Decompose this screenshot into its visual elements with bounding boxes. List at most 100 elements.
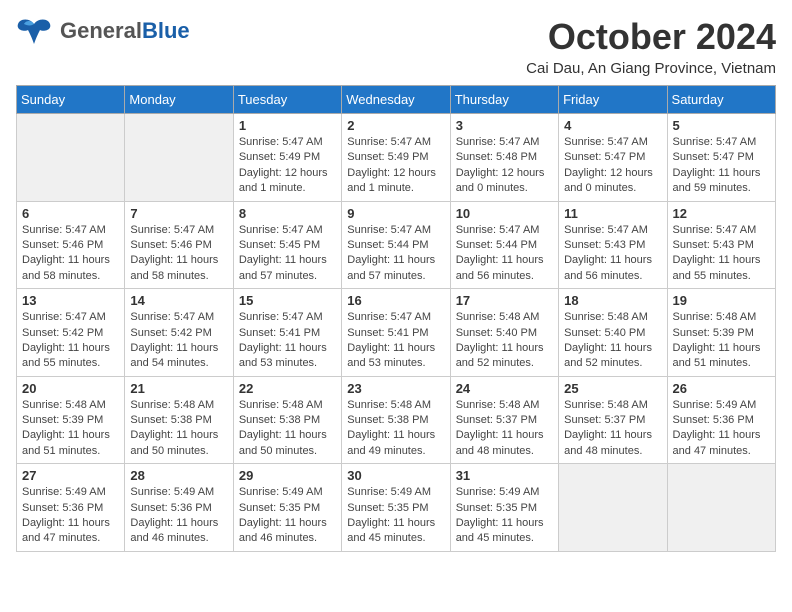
calendar-day: 9 Sunrise: 5:47 AMSunset: 5:44 PMDaylight… (342, 201, 450, 289)
day-info: Sunrise: 5:49 AMSunset: 5:35 PMDaylight:… (239, 485, 336, 547)
day-info: Sunrise: 5:47 AMSunset: 5:43 PMDaylight:… (673, 223, 770, 285)
day-info: Sunrise: 5:47 AMSunset: 5:42 PMDaylight:… (130, 310, 227, 372)
day-number: 28 (130, 468, 227, 483)
calendar-week-1: 1 Sunrise: 5:47 AMSunset: 5:49 PMDaylight… (17, 114, 776, 202)
day-number: 7 (130, 206, 227, 221)
calendar-day: 29 Sunrise: 5:49 AMSunset: 5:35 PMDayligh… (233, 464, 341, 552)
day-number: 26 (673, 381, 770, 396)
day-number: 27 (22, 468, 119, 483)
day-info: Sunrise: 5:48 AMSunset: 5:38 PMDaylight:… (130, 398, 227, 460)
day-number: 1 (239, 118, 336, 133)
calendar-day: 16 Sunrise: 5:47 AMSunset: 5:41 PMDayligh… (342, 289, 450, 377)
column-header-tuesday: Tuesday (233, 86, 341, 114)
calendar-day: 11Sunrise: 5:47 AMSunset: 5:43 PMDayligh… (559, 201, 667, 289)
day-number: 17 (456, 293, 553, 308)
calendar-week-5: 27 Sunrise: 5:49 AMSunset: 5:36 PMDayligh… (17, 464, 776, 552)
bird-icon (16, 16, 52, 46)
day-info: Sunrise: 5:49 AMSunset: 5:36 PMDaylight:… (130, 485, 227, 547)
day-info: Sunrise: 5:48 AMSunset: 5:40 PMDaylight:… (456, 310, 553, 372)
day-info: Sunrise: 5:48 AMSunset: 5:37 PMDaylight:… (456, 398, 553, 460)
calendar-day (125, 114, 233, 202)
day-number: 13 (22, 293, 119, 308)
day-number: 24 (456, 381, 553, 396)
day-number: 25 (564, 381, 661, 396)
calendar-day (17, 114, 125, 202)
day-number: 3 (456, 118, 553, 133)
day-info: Sunrise: 5:47 AMSunset: 5:46 PMDaylight:… (22, 223, 119, 285)
calendar-day: 25 Sunrise: 5:48 AMSunset: 5:37 PMDayligh… (559, 376, 667, 464)
logo-general-text: General (60, 18, 142, 43)
day-info: Sunrise: 5:48 AMSunset: 5:39 PMDaylight:… (673, 310, 770, 372)
calendar-day: 30 Sunrise: 5:49 AMSunset: 5:35 PMDayligh… (342, 464, 450, 552)
calendar-week-3: 13 Sunrise: 5:47 AMSunset: 5:42 PMDayligh… (17, 289, 776, 377)
day-info: Sunrise: 5:47 AMSunset: 5:44 PMDaylight:… (347, 223, 444, 285)
day-info: Sunrise: 5:47 AMSunset: 5:43 PMDaylight:… (564, 223, 661, 285)
calendar-day: 20Sunrise: 5:48 AMSunset: 5:39 PMDayligh… (17, 376, 125, 464)
calendar-week-4: 20Sunrise: 5:48 AMSunset: 5:39 PMDayligh… (17, 376, 776, 464)
calendar-day: 23 Sunrise: 5:48 AMSunset: 5:38 PMDayligh… (342, 376, 450, 464)
day-number: 29 (239, 468, 336, 483)
calendar-day: 10Sunrise: 5:47 AMSunset: 5:44 PMDayligh… (450, 201, 558, 289)
calendar-day: 7Sunrise: 5:47 AMSunset: 5:46 PMDaylight… (125, 201, 233, 289)
day-info: Sunrise: 5:47 AMSunset: 5:49 PMDaylight:… (347, 135, 444, 197)
day-number: 18 (564, 293, 661, 308)
calendar-day: 17 Sunrise: 5:48 AMSunset: 5:40 PMDayligh… (450, 289, 558, 377)
day-info: Sunrise: 5:48 AMSunset: 5:38 PMDaylight:… (347, 398, 444, 460)
day-info: Sunrise: 5:48 AMSunset: 5:38 PMDaylight:… (239, 398, 336, 460)
day-number: 16 (347, 293, 444, 308)
calendar-day: 14 Sunrise: 5:47 AMSunset: 5:42 PMDayligh… (125, 289, 233, 377)
calendar-day: 21 Sunrise: 5:48 AMSunset: 5:38 PMDayligh… (125, 376, 233, 464)
calendar-day: 3 Sunrise: 5:47 AMSunset: 5:48 PMDaylight… (450, 114, 558, 202)
day-info: Sunrise: 5:47 AMSunset: 5:47 PMDaylight:… (564, 135, 661, 197)
day-number: 14 (130, 293, 227, 308)
day-info: Sunrise: 5:47 AMSunset: 5:45 PMDaylight:… (239, 223, 336, 285)
day-info: Sunrise: 5:49 AMSunset: 5:35 PMDaylight:… (347, 485, 444, 547)
calendar-table: SundayMondayTuesdayWednesdayThursdayFrid… (16, 85, 776, 552)
logo-blue-text: Blue (142, 18, 190, 43)
column-header-wednesday: Wednesday (342, 86, 450, 114)
day-number: 9 (347, 206, 444, 221)
day-number: 15 (239, 293, 336, 308)
calendar-day: 27 Sunrise: 5:49 AMSunset: 5:36 PMDayligh… (17, 464, 125, 552)
day-info: Sunrise: 5:47 AMSunset: 5:41 PMDaylight:… (347, 310, 444, 372)
day-number: 5 (673, 118, 770, 133)
day-info: Sunrise: 5:47 AMSunset: 5:47 PMDaylight:… (673, 135, 770, 197)
day-number: 8 (239, 206, 336, 221)
column-header-saturday: Saturday (667, 86, 775, 114)
calendar-day: 12Sunrise: 5:47 AMSunset: 5:43 PMDayligh… (667, 201, 775, 289)
calendar-header-row: SundayMondayTuesdayWednesdayThursdayFrid… (17, 86, 776, 114)
calendar-day: 24 Sunrise: 5:48 AMSunset: 5:37 PMDayligh… (450, 376, 558, 464)
calendar-day: 1Sunrise: 5:47 AMSunset: 5:49 PMDaylight… (233, 114, 341, 202)
column-header-sunday: Sunday (17, 86, 125, 114)
day-number: 30 (347, 468, 444, 483)
calendar-day: 6 Sunrise: 5:47 AMSunset: 5:46 PMDaylight… (17, 201, 125, 289)
calendar-day: 2Sunrise: 5:47 AMSunset: 5:49 PMDaylight… (342, 114, 450, 202)
day-number: 31 (456, 468, 553, 483)
column-header-thursday: Thursday (450, 86, 558, 114)
location: Cai Dau, An Giang Province, Vietnam (526, 60, 776, 77)
calendar-week-2: 6 Sunrise: 5:47 AMSunset: 5:46 PMDaylight… (17, 201, 776, 289)
calendar-day: 18Sunrise: 5:48 AMSunset: 5:40 PMDayligh… (559, 289, 667, 377)
page-header: GeneralBlue October 2024 Cai Dau, An Gia… (16, 16, 776, 77)
day-number: 21 (130, 381, 227, 396)
title-block: October 2024 Cai Dau, An Giang Province,… (526, 16, 776, 77)
day-info: Sunrise: 5:47 AMSunset: 5:41 PMDaylight:… (239, 310, 336, 372)
column-header-monday: Monday (125, 86, 233, 114)
calendar-day: 4 Sunrise: 5:47 AMSunset: 5:47 PMDaylight… (559, 114, 667, 202)
day-info: Sunrise: 5:49 AMSunset: 5:36 PMDaylight:… (673, 398, 770, 460)
day-number: 4 (564, 118, 661, 133)
day-number: 6 (22, 206, 119, 221)
calendar-day: 19 Sunrise: 5:48 AMSunset: 5:39 PMDayligh… (667, 289, 775, 377)
day-info: Sunrise: 5:48 AMSunset: 5:37 PMDaylight:… (564, 398, 661, 460)
day-info: Sunrise: 5:47 AMSunset: 5:42 PMDaylight:… (22, 310, 119, 372)
day-info: Sunrise: 5:47 AMSunset: 5:44 PMDaylight:… (456, 223, 553, 285)
day-number: 19 (673, 293, 770, 308)
day-info: Sunrise: 5:47 AMSunset: 5:48 PMDaylight:… (456, 135, 553, 197)
day-info: Sunrise: 5:49 AMSunset: 5:36 PMDaylight:… (22, 485, 119, 547)
calendar-day (559, 464, 667, 552)
month-title: October 2024 (526, 16, 776, 58)
day-number: 20 (22, 381, 119, 396)
day-number: 23 (347, 381, 444, 396)
calendar-day: 22Sunrise: 5:48 AMSunset: 5:38 PMDayligh… (233, 376, 341, 464)
calendar-day (667, 464, 775, 552)
